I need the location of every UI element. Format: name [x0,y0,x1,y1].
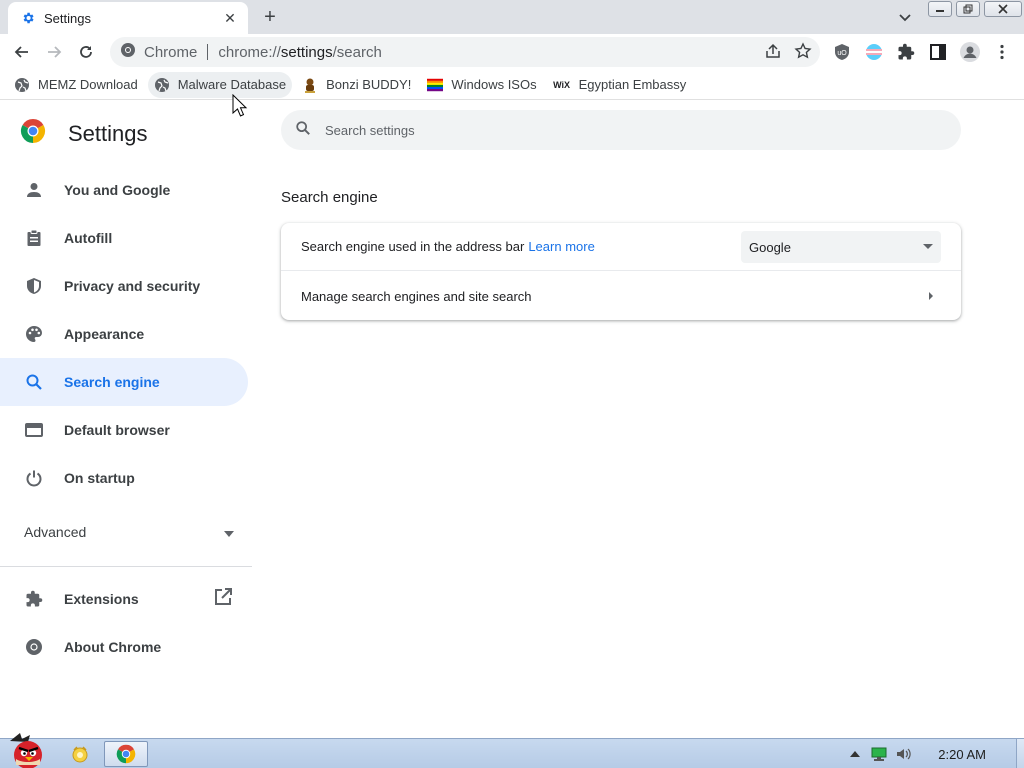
section-title: Search engine [281,189,378,206]
shield-icon [24,276,44,296]
side-panel-icon[interactable] [927,41,949,63]
minimize-button[interactable] [928,1,952,17]
omnibox-chip: Chrome [144,43,198,61]
show-desktop-button[interactable] [1016,739,1024,768]
menu-kebab-icon[interactable] [991,41,1013,63]
manage-search-engines-row[interactable]: Manage search engines and site search [281,272,961,320]
bookmark-star-icon[interactable] [794,42,812,65]
chrome-logo-icon [20,118,46,149]
sidebar-item-autofill[interactable]: Autofill [0,214,248,262]
taskbar-folder-icon[interactable] [60,741,100,767]
learn-more-link[interactable]: Learn more [528,239,594,254]
clipboard-icon [24,228,44,248]
sidebar-item-you-and-google[interactable]: You and Google [0,166,248,214]
sidebar-divider [0,566,252,567]
back-button[interactable] [10,40,34,64]
power-icon [24,468,44,488]
search-engine-card: Search engine used in the address bar Le… [281,223,961,320]
bookmarks-bar: MEMZ Download Malware Database Bonzi BUD… [0,70,1024,100]
new-tab-button[interactable]: + [258,6,282,30]
gear-icon [20,10,36,26]
bonzi-icon [302,77,318,93]
tray-expand-icon[interactable] [846,745,864,763]
palette-icon [24,324,44,344]
chevron-down-icon[interactable] [896,8,914,26]
sidebar-item-privacy-and-security[interactable]: Privacy and security [0,262,248,310]
wix-icon: WiX [553,79,571,90]
page-title: Settings [68,120,148,146]
globe-icon [154,77,170,93]
bookmark-windows-isos[interactable]: Windows ISOs [421,72,542,98]
person-icon [24,180,44,200]
bookmark-malware-database[interactable]: Malware Database [147,71,293,98]
taskbar-chrome-button[interactable] [104,741,148,767]
system-tray: 2:20 AM [846,739,1024,768]
bookmark-memz-download[interactable]: MEMZ Download [8,72,144,98]
sidebar-item-default-browser[interactable]: Default browser [0,406,248,454]
address-bar[interactable]: Chrome chrome://settings/search [110,37,820,67]
sidebar-item-search-engine[interactable]: Search engine [0,358,248,406]
search-engine-label: Search engine used in the address bar [301,239,525,254]
ublock-icon[interactable]: uO [831,41,853,63]
close-window-button[interactable] [984,1,1022,17]
open-in-new-icon [214,587,232,611]
caret-down-icon [224,524,234,540]
volume-icon[interactable] [894,745,912,763]
extensions-puzzle-icon[interactable] [895,41,917,63]
settings-search-box[interactable] [281,110,961,150]
share-icon[interactable] [764,42,782,65]
search-settings-input[interactable] [325,122,885,138]
caret-down-icon [923,244,933,249]
restore-button[interactable] [956,1,980,17]
tab-strip: Settings ✕ + [0,0,1024,34]
browser-icon [24,420,44,440]
settings-sidebar: Settings You and Google Autofill Privacy… [0,100,252,738]
puzzle-icon [24,589,44,609]
flag-extension-icon[interactable] [863,41,885,63]
network-icon[interactable] [870,745,888,763]
manage-search-engines-label: Manage search engines and site search [301,288,532,304]
tab-title: Settings [44,10,91,26]
tab-settings[interactable]: Settings ✕ [8,2,248,34]
bookmark-egyptian-embassy[interactable]: WiX Egyptian Embassy [547,72,693,98]
close-tab-icon[interactable]: ✕ [222,10,238,26]
search-engine-value: Google [749,239,791,255]
profile-avatar-icon[interactable] [959,41,981,63]
omnibox-separator [207,44,209,60]
search-icon [24,372,44,392]
globe-icon [14,77,30,93]
taskbar: 2:20 AM [0,733,1024,768]
settings-header: Settings [20,118,148,149]
svg-text:uO: uO [837,50,847,57]
sidebar-item-extensions[interactable]: Extensions [0,575,248,623]
advanced-section-toggle[interactable]: Advanced [24,524,234,540]
window-controls [928,1,1024,17]
start-button-angry-bird-icon[interactable] [4,731,50,768]
search-icon [295,120,311,141]
omnibox-url: chrome://settings/search [218,43,382,61]
bookmark-bonzi-buddy[interactable]: Bonzi BUDDY! [296,72,417,98]
taskbar-clock[interactable]: 2:20 AM [938,747,986,762]
reload-button[interactable] [74,40,98,64]
arrow-right-icon [929,292,933,300]
chrome-icon [120,42,136,63]
forward-button[interactable] [42,40,66,64]
toolbar: Chrome chrome://settings/search uO [0,34,1024,70]
chrome-icon [24,637,44,657]
sidebar-item-on-startup[interactable]: On startup [0,454,248,502]
sidebar-item-appearance[interactable]: Appearance [0,310,248,358]
advanced-label: Advanced [24,524,87,540]
search-engine-select[interactable]: Google [741,231,941,263]
sidebar-item-about-chrome[interactable]: About Chrome [0,623,248,671]
mouse-pointer-icon [232,93,248,118]
pride-flag-icon [427,77,444,93]
search-engine-row: Search engine used in the address bar Le… [281,223,961,271]
